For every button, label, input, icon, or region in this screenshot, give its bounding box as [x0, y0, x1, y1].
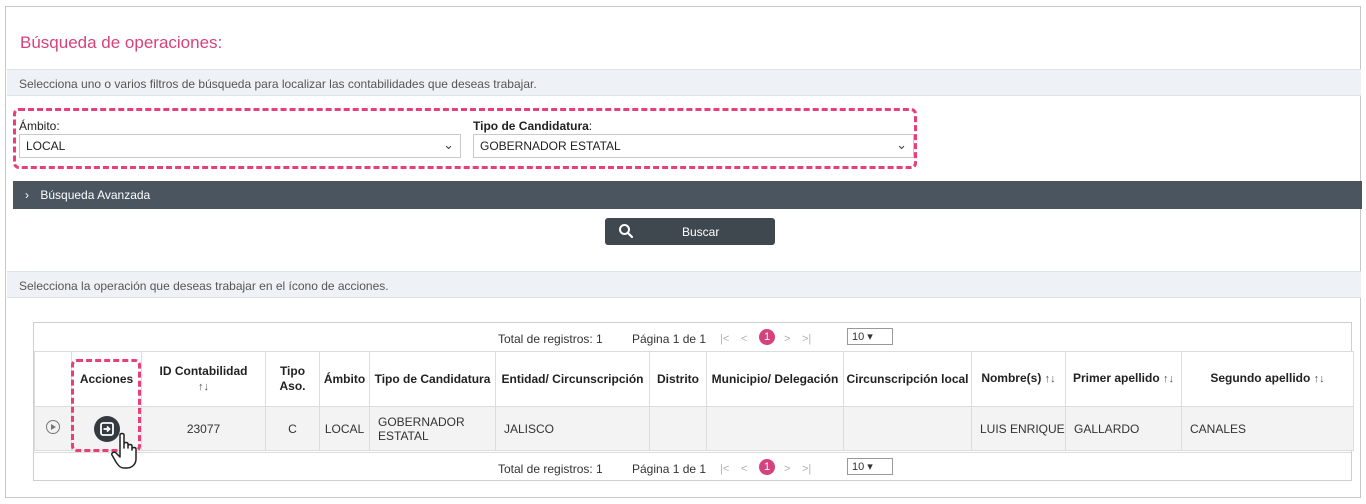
current-page[interactable]: 1	[759, 459, 775, 475]
chevron-down-icon: ⌄	[896, 137, 907, 152]
ambito-label: Ámbito:	[19, 119, 60, 133]
prev-page-icon[interactable]: <	[741, 463, 747, 475]
first-page-icon[interactable]: |<	[720, 333, 729, 345]
prev-page-icon[interactable]: <	[741, 333, 747, 345]
table-row: 23077 C LOCAL GOBERNADOR ESTATAL JALISCO…	[34, 406, 1354, 451]
sort-icon: ↑↓	[198, 380, 209, 393]
cell-ambito: LOCAL	[319, 406, 370, 451]
header-nombre[interactable]: Nombre(s) ↑↓	[971, 351, 1066, 407]
sort-icon: ↑↓	[1313, 373, 1325, 385]
header-circ-local: Circunscripción local	[843, 351, 972, 407]
header-primer-apellido[interactable]: Primer apellido ↑↓	[1065, 351, 1182, 407]
total-records: Total de registros: 1	[498, 332, 603, 346]
next-page-icon[interactable]: >	[784, 333, 790, 345]
chevron-down-icon: ⌄	[443, 137, 454, 152]
per-page-select[interactable]: 10 ▾	[847, 458, 893, 475]
search-button-label: Buscar	[682, 225, 720, 239]
cell-primer-apellido: GALLARDO	[1065, 406, 1182, 451]
filters-hint: Selecciona uno o varios filtros de búsqu…	[7, 69, 1361, 96]
total-records: Total de registros: 1	[498, 462, 603, 476]
last-page-icon[interactable]: >|	[802, 463, 811, 475]
cell-circ-local	[843, 406, 972, 451]
expand-row-icon[interactable]	[46, 420, 60, 434]
cell-nombre: LUIS ENRIQUE	[971, 406, 1066, 451]
header-municipio: Municipio/ Delegación	[706, 351, 844, 407]
cell-id: 23077	[141, 406, 266, 451]
page-title: Búsqueda de operaciones:	[20, 33, 223, 52]
cell-entidad: JALISCO	[495, 406, 650, 451]
advanced-search-label: Búsqueda Avanzada	[40, 188, 151, 202]
page-info: Página 1 de 1	[632, 332, 707, 346]
per-page-select[interactable]: 10 ▾	[847, 328, 893, 345]
operation-hint: Selecciona la operación que deseas traba…	[7, 271, 1361, 298]
expand-cell[interactable]	[34, 406, 72, 451]
cell-tipo-aso: C	[265, 406, 320, 451]
header-entidad: Entidad/ Circunscripción	[495, 351, 650, 407]
header-expand	[34, 351, 72, 407]
header-segundo-apellido[interactable]: Segundo apellido ↑↓	[1181, 351, 1354, 407]
results-table-panel: Total de registros: 1 Página 1 de 1 |< <…	[33, 322, 1354, 481]
sort-icon: ↑↓	[1044, 373, 1056, 385]
search-icon	[619, 224, 634, 239]
header-tipo-candidatura: Tipo de Candidatura	[369, 351, 496, 407]
results-table: Acciones ID Contabilidad ↑↓ Tipo Aso. Ámb…	[34, 351, 1354, 451]
current-page[interactable]: 1	[759, 329, 775, 345]
sort-icon: ↑↓	[1163, 373, 1175, 385]
first-page-icon[interactable]: |<	[720, 463, 729, 475]
next-page-icon[interactable]: >	[784, 463, 790, 475]
cell-distrito	[649, 406, 707, 451]
cell-tipo-candidatura: GOBERNADOR ESTATAL	[369, 406, 496, 451]
pointer-hand-icon	[111, 432, 137, 469]
header-ambito: Ámbito	[319, 351, 370, 407]
pager-top: Total de registros: 1 Página 1 de 1 |< <…	[34, 323, 1351, 351]
tipo-candidatura-select[interactable]: GOBERNADOR ESTATAL ⌄	[473, 134, 914, 158]
table-header-row: Acciones ID Contabilidad ↑↓ Tipo Aso. Ámb…	[34, 351, 1354, 407]
search-button[interactable]: Buscar	[605, 218, 775, 245]
tipo-candidatura-label: Tipo de Candidatura:	[473, 119, 593, 133]
cell-segundo-apellido: CANALES	[1181, 406, 1354, 451]
pager-bottom: Total de registros: 1 Página 1 de 1 |< <…	[34, 452, 1351, 480]
header-distrito: Distrito	[649, 351, 707, 407]
ambito-select[interactable]: LOCAL ⌄	[19, 134, 461, 158]
header-tipo-aso: Tipo Aso.	[265, 351, 320, 407]
chevron-right-icon: ›	[25, 188, 29, 202]
page-info: Página 1 de 1	[632, 462, 707, 476]
cell-municipio	[706, 406, 844, 451]
advanced-search-toggle[interactable]: › Búsqueda Avanzada	[13, 181, 1362, 209]
last-page-icon[interactable]: >|	[802, 333, 811, 345]
header-id[interactable]: ID Contabilidad ↑↓	[141, 351, 266, 407]
